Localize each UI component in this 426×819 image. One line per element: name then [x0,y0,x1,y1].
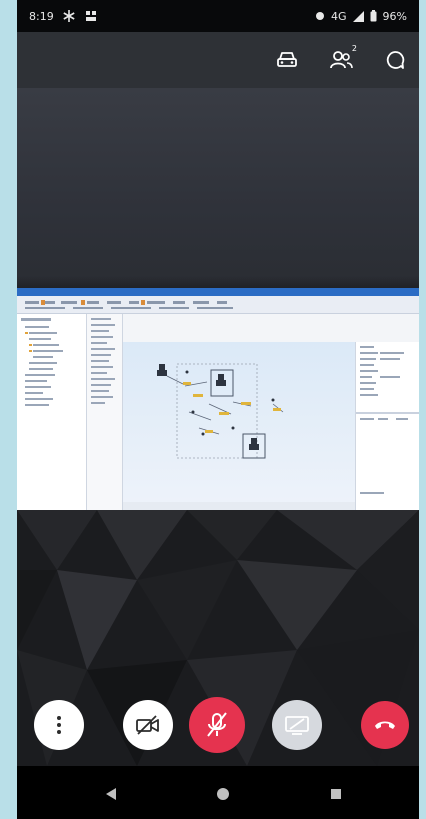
status-time: 8:19 [29,9,54,23]
back-button[interactable] [101,784,121,804]
shared-app-properties-panel [355,342,419,510]
shared-app-design-canvas [123,342,355,510]
mic-off-icon [207,712,227,737]
more-vertical-icon [57,716,61,734]
signal-icon [352,10,364,22]
home-button[interactable] [213,784,233,804]
status-bar: 8:19 4G 96% [17,0,419,32]
recent-apps-square-icon [331,789,341,799]
network-label: 4G [331,9,347,23]
hang-up-button[interactable] [361,701,409,749]
screen-share-button[interactable] [272,700,322,750]
remote-video-area [17,88,419,288]
battery-icon [370,10,377,22]
mic-toggle-button[interactable] [189,697,245,753]
shared-screen[interactable] [17,288,419,510]
video-off-icon [136,715,159,735]
video-toggle-button[interactable] [123,700,173,750]
car-mode-icon[interactable] [273,46,301,74]
hang-up-icon [375,721,395,729]
battery-level: 96% [382,9,407,23]
shared-app-ribbon [17,296,419,314]
chat-icon[interactable] [381,46,409,74]
more-options-button[interactable] [34,700,84,750]
home-circle-icon [217,788,229,800]
participants-icon[interactable]: 2 [327,44,357,74]
participants-count: 2 [351,44,357,53]
location-icon [315,11,325,21]
shared-app-titlebar [17,288,419,296]
call-controls [17,697,419,760]
recent-apps-button[interactable] [326,784,346,804]
notification-icon [84,9,98,23]
call-top-bar: 2 [17,32,419,88]
back-triangle-icon [106,788,116,800]
shared-app-toolbox [87,314,123,510]
phone-screen: 8:19 4G 96% 2 [17,0,419,819]
android-nav-bar [17,766,419,819]
screen-share-icon [285,716,309,735]
snowflake-icon [62,9,76,23]
shared-app-tree-panel [17,314,87,510]
